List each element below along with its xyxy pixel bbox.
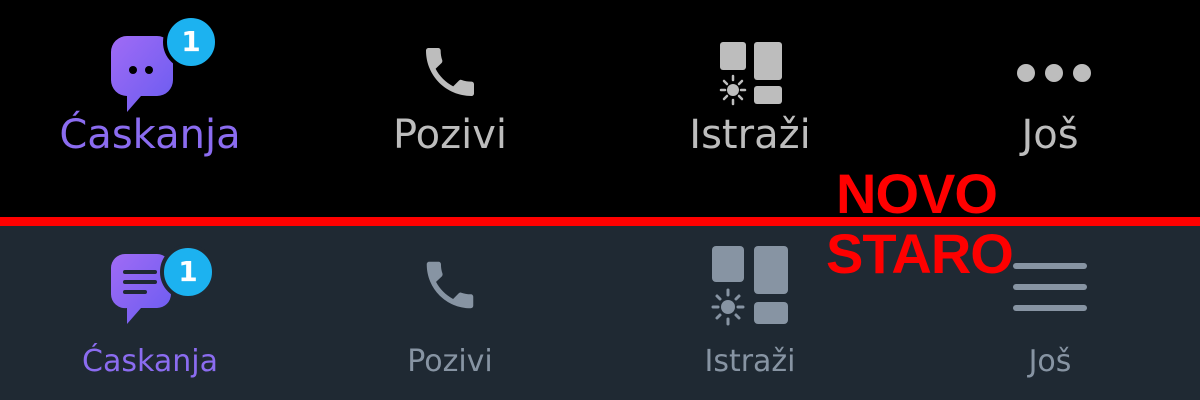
nav-item-calls-old[interactable]: Pozivi: [300, 226, 600, 400]
nav-label-chats: Ćaskanja: [82, 344, 218, 379]
nav-label-explore: Istraži: [704, 344, 796, 379]
nav-label-explore: Istraži: [689, 112, 811, 158]
new-version-tag: NOVO: [836, 162, 998, 225]
nav-label-calls: Pozivi: [392, 112, 508, 158]
phone-icon: [426, 261, 474, 309]
unread-badge: 1: [163, 14, 219, 70]
new-bottom-nav: 1 Ćaskanja Pozivi Istraži Još: [0, 0, 1200, 217]
nav-label-calls: Pozivi: [407, 344, 493, 379]
divider-line: [0, 217, 1200, 226]
hamburger-menu-icon: [1013, 263, 1087, 311]
nav-item-chats-new[interactable]: 1 Ćaskanja: [0, 0, 300, 217]
explore-grid-icon: [719, 42, 782, 106]
more-dots-icon: [1017, 64, 1091, 82]
nav-label-chats: Ćaskanja: [59, 112, 241, 158]
phone-icon: [426, 48, 474, 96]
nav-item-chats-old[interactable]: 1 Ćaskanja: [0, 226, 300, 400]
unread-badge: 1: [160, 244, 216, 300]
explore-grid-icon: [711, 246, 788, 326]
nav-label-more: Još: [1028, 344, 1072, 379]
old-bottom-nav: 1 Ćaskanja Pozivi Istraži Još: [0, 226, 1200, 400]
nav-label-more: Još: [1021, 112, 1079, 158]
old-version-tag: STARO: [826, 222, 1014, 285]
nav-item-calls-new[interactable]: Pozivi: [300, 0, 600, 217]
